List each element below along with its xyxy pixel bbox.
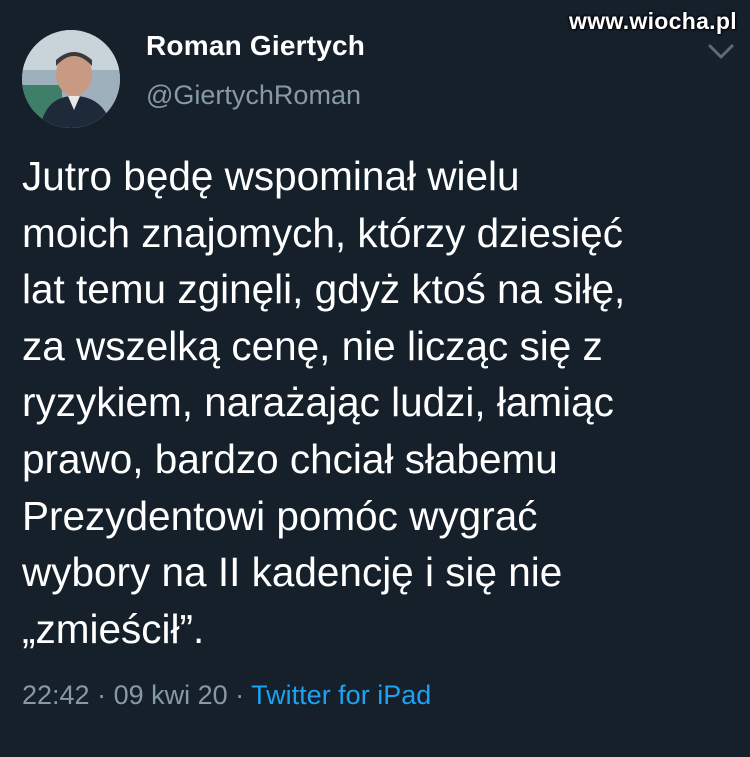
tweet-meta: 22:42 · 09 kwi 20 · Twitter for iPad [22, 680, 431, 711]
tweet-date[interactable]: 09 kwi 20 [114, 680, 228, 710]
chevron-down-icon[interactable] [706, 40, 736, 62]
tweet-line: Jutro będę wspominał wielu [22, 153, 520, 199]
tweet-text: Jutro będę wspominał wielu moich znajomy… [22, 148, 732, 657]
tweet-line: za wszelką cenę, nie licząc się z [22, 322, 603, 369]
meta-separator: · [89, 680, 114, 710]
tweet-line: „zmieścił”. [22, 605, 205, 652]
display-name[interactable]: Roman Giertych [146, 30, 365, 62]
tweet-line: ryzykiem, narażając ludzi, łamiąc [22, 379, 614, 426]
user-handle[interactable]: @GiertychRoman [146, 80, 361, 111]
site-watermark: www.wiocha.pl [569, 8, 737, 34]
avatar-image [22, 30, 120, 128]
tweet-time[interactable]: 22:42 [22, 680, 90, 710]
tweet-line: prawo, bardzo chciał słabemu [22, 435, 558, 482]
tweet-line: moich znajomych, którzy dziesięć [22, 209, 623, 256]
meta-separator: · [227, 680, 252, 710]
tweet-line: Prezydentowi pomóc wygrać [22, 492, 538, 539]
tweet-source-link[interactable]: Twitter for iPad [251, 680, 431, 710]
tweet-card: www.wiocha.pl Roman Giertych @GiertychRo… [0, 0, 750, 757]
tweet-line: wybory na II kadencję i się nie [22, 549, 563, 596]
tweet-line: lat temu zginęli, gdyż ktoś na siłę, [22, 266, 626, 313]
avatar[interactable] [22, 30, 120, 128]
